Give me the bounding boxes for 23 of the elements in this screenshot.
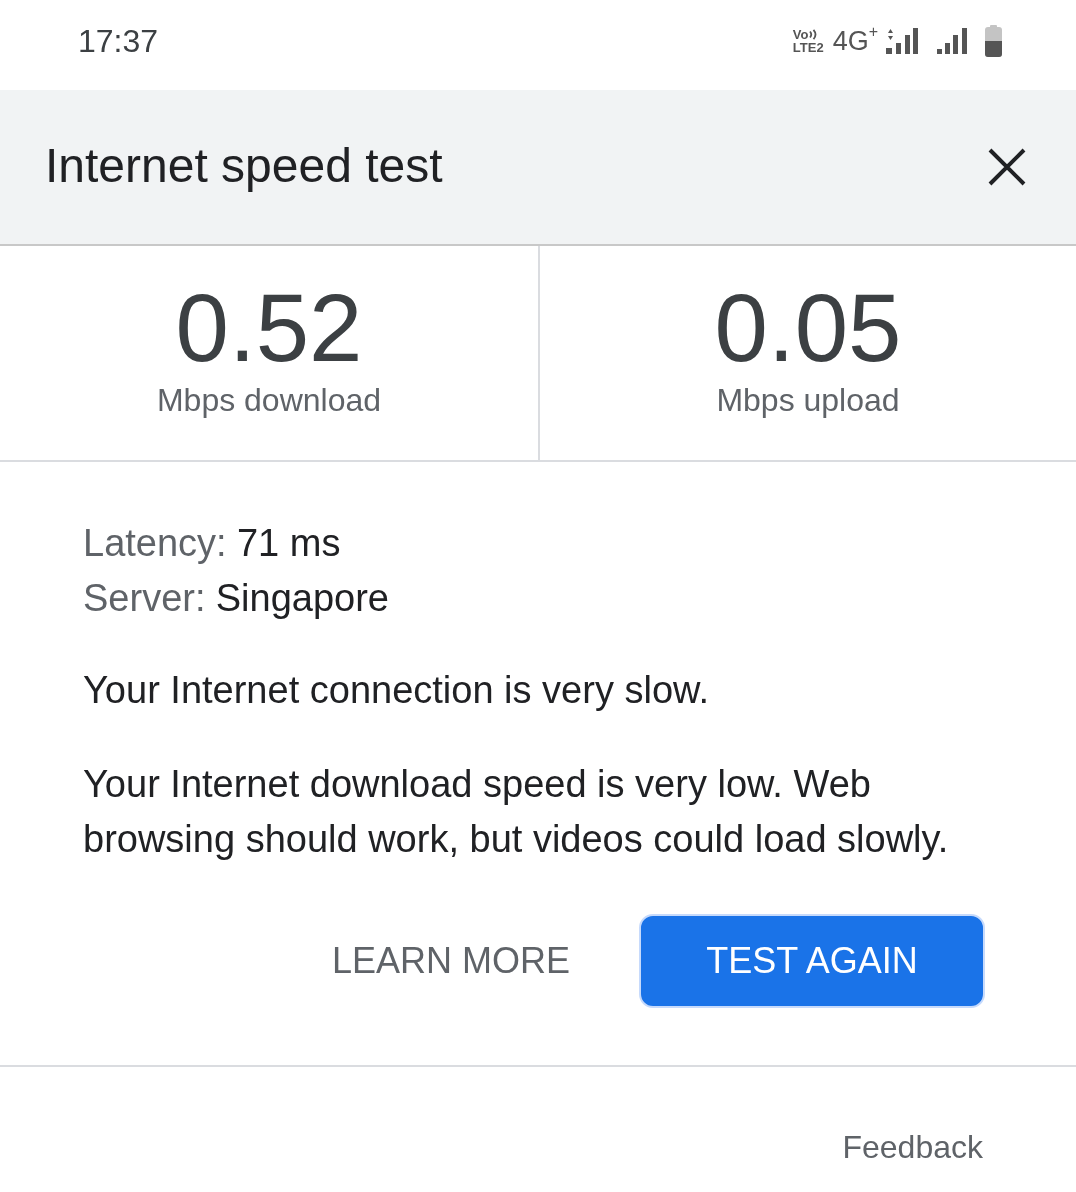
- speed-unit-label: Mbps download: [156, 382, 382, 418]
- speed-unit-label: Mbps upload: [716, 382, 900, 418]
- signal-bars-icon: [937, 28, 967, 54]
- status-time: 17:37: [78, 23, 159, 59]
- detail-label: Server:: [83, 576, 206, 621]
- primary-button[interactable]: TEST AGAIN: [639, 914, 985, 1008]
- dialog-title: Internet speed test: [45, 138, 443, 194]
- waves-icon: [809, 29, 819, 40]
- feedback-link[interactable]: Feedback: [842, 1127, 983, 1167]
- close-icon: [988, 148, 1026, 186]
- detail-value: Singapore: [215, 576, 389, 621]
- detail-label: Latency:: [83, 521, 227, 566]
- signal-bars-icon: [886, 28, 918, 54]
- speed-value: 0.52: [175, 279, 363, 377]
- battery-icon: [985, 25, 1002, 57]
- speed-value: 0.05: [714, 279, 902, 377]
- volte-label: LTE2: [792, 41, 824, 54]
- volte-label: Vo: [792, 28, 809, 41]
- result-message: Your Internet connection is very slow.: [83, 668, 710, 713]
- result-message: Your Internet download speed is very low. Web browsing should work, but videos could load slowly.: [83, 762, 950, 862]
- text-button[interactable]: LEARN MORE: [307, 914, 594, 1008]
- network-type-label: 4G$^{+}$: [832, 26, 878, 56]
- detail-value: 71 ms: [236, 521, 341, 566]
